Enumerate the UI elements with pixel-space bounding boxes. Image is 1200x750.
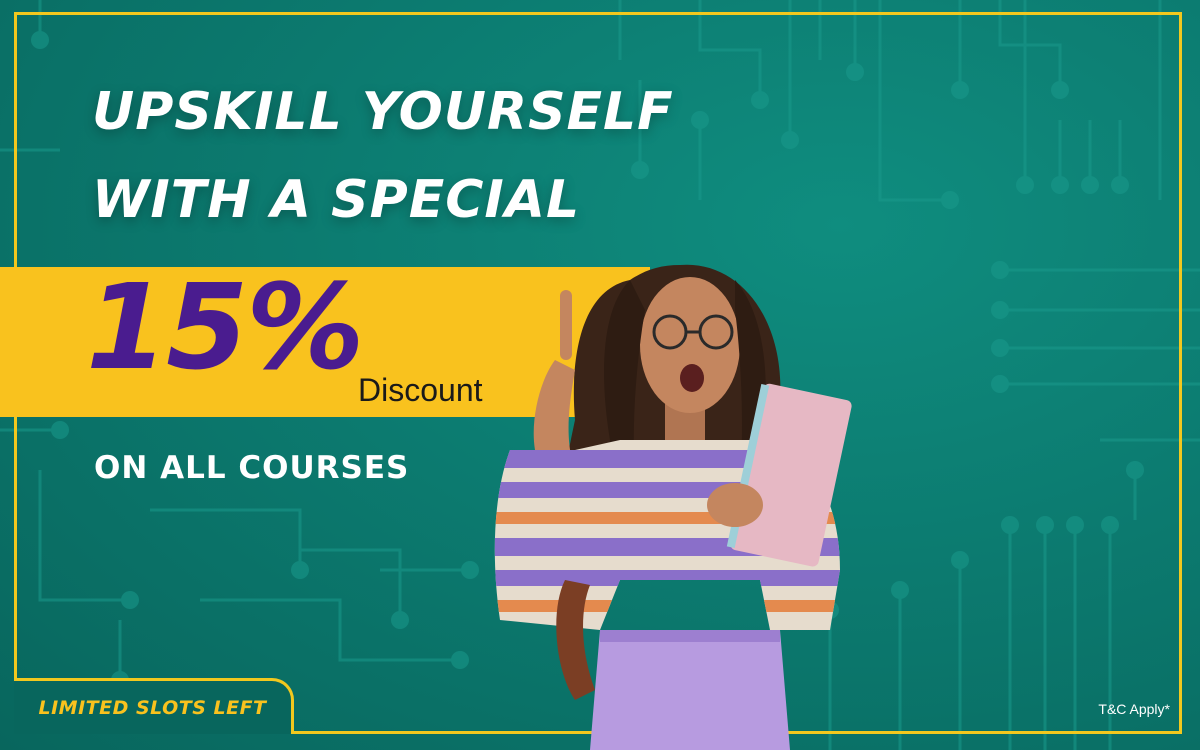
discount-label: Discount — [358, 372, 483, 408]
limited-slots-tab: LIMITED SLOTS LEFT — [14, 678, 294, 734]
limited-slots-label: LIMITED SLOTS LEFT — [38, 696, 267, 719]
discount-value: 15% — [86, 258, 364, 396]
headline-line-2: WITH A SPECIAL — [92, 170, 581, 230]
student-holding-notebook-illustration — [494, 264, 852, 750]
headline-line-1: UPSKILL YOURSELF — [92, 82, 674, 142]
terms-note: T&C Apply* — [1098, 701, 1170, 717]
promo-banner: UPSKILL YOURSELF WITH A SPECIAL 15% Disc… — [0, 0, 1200, 750]
subline: ON ALL COURSES — [94, 450, 410, 486]
